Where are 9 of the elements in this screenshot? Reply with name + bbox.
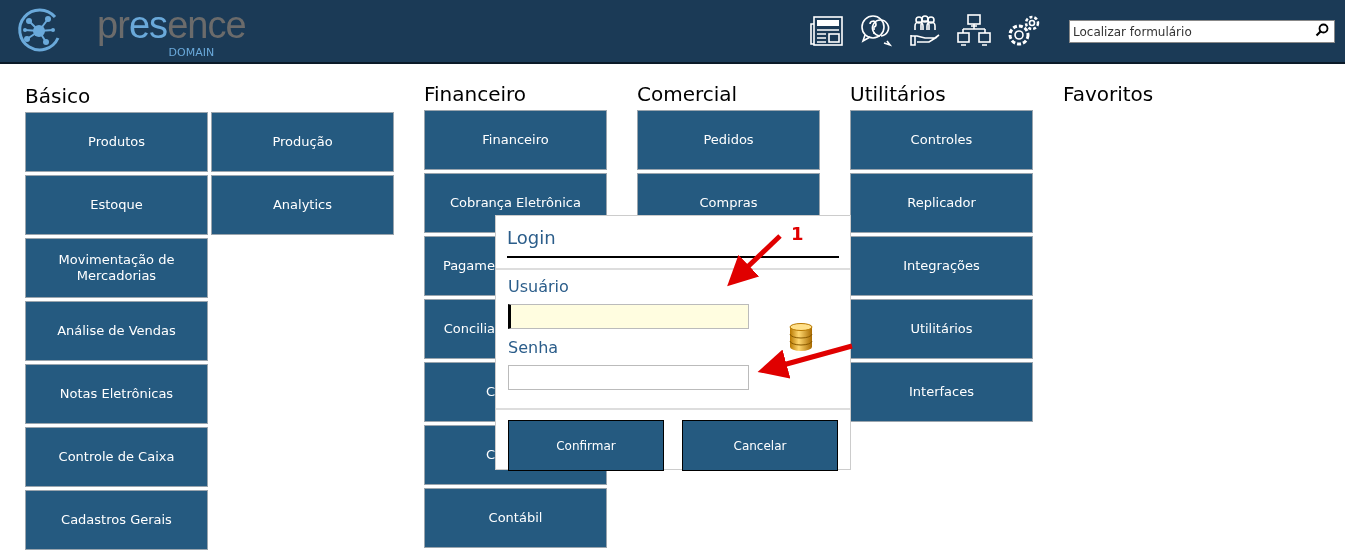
brand-logo: presence [97,3,246,47]
brand-subtitle: DOMAIN [168,47,215,59]
section-heading: Favoritos [1063,82,1155,106]
section-heading: Utilitários [850,82,947,106]
section-heading: Comercial [637,82,739,106]
field-label: Usuário [508,276,570,298]
field-label: Senha [508,337,560,359]
section-heading: Básico [25,84,92,108]
section-heading: Financeiro [424,82,528,106]
